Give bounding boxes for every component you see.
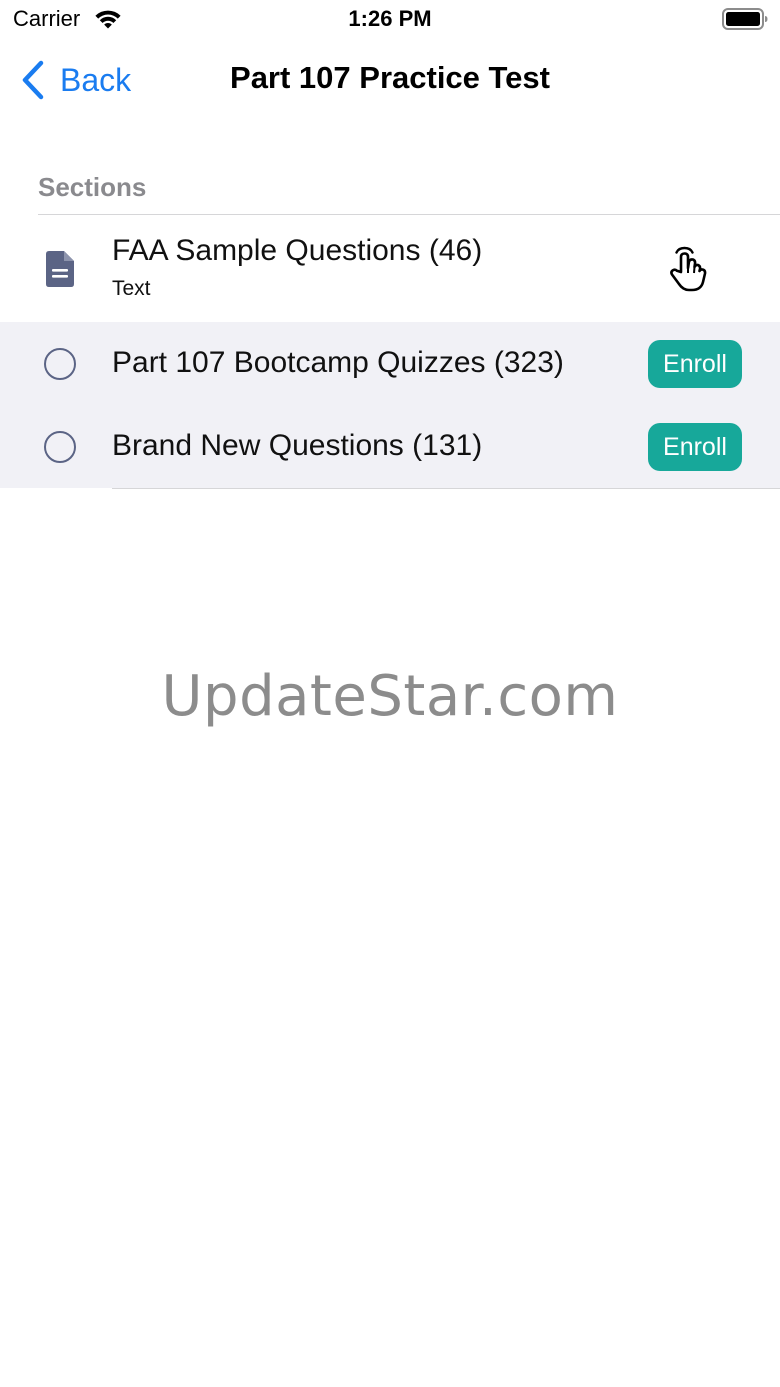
radio-empty-icon bbox=[44, 348, 76, 380]
section-row-faa-sample[interactable]: FAA Sample Questions (46) Text bbox=[0, 215, 780, 322]
section-title: Brand New Questions (131) bbox=[112, 429, 483, 462]
navigation-bar: Back Part 107 Practice Test bbox=[0, 40, 780, 120]
section-title: FAA Sample Questions (46) bbox=[112, 234, 483, 267]
sections-header: Sections bbox=[38, 172, 147, 202]
document-icon bbox=[46, 251, 74, 287]
status-time: 1:26 PM bbox=[348, 6, 432, 31]
section-subtitle: Text bbox=[112, 277, 151, 300]
status-bar: Carrier 1:26 PM bbox=[0, 0, 780, 40]
enroll-button[interactable]: Enroll bbox=[648, 340, 742, 388]
enroll-button[interactable]: Enroll bbox=[648, 423, 742, 471]
battery-full-icon bbox=[722, 8, 768, 30]
page-title: Part 107 Practice Test bbox=[230, 60, 550, 95]
section-title: Part 107 Bootcamp Quizzes (323) bbox=[112, 346, 564, 379]
radio-empty-icon bbox=[44, 431, 76, 463]
section-row-brand-new-questions[interactable]: Brand New Questions (131) Enroll bbox=[0, 405, 780, 488]
hand-pointer-icon bbox=[670, 246, 707, 292]
watermark: UpdateStar.com bbox=[161, 664, 619, 729]
divider bbox=[112, 488, 780, 489]
section-row-bootcamp-quizzes[interactable]: Part 107 Bootcamp Quizzes (323) Enroll bbox=[0, 322, 780, 405]
